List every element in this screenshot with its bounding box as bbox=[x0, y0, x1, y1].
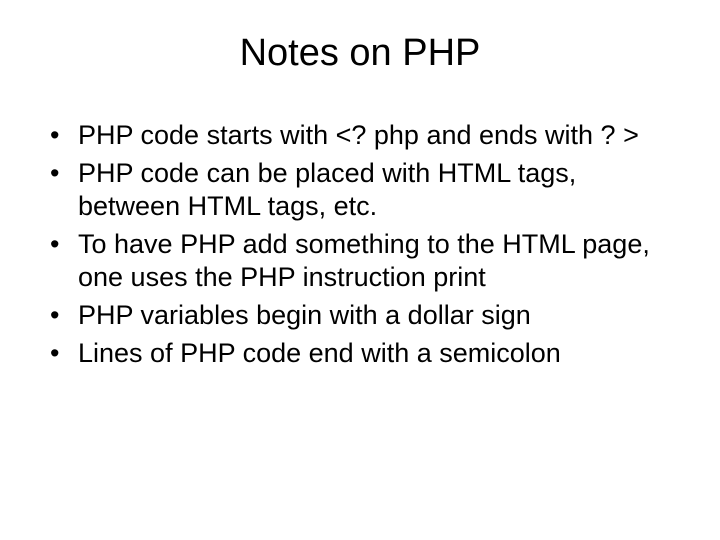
slide-title: Notes on PHP bbox=[28, 32, 692, 75]
list-item: Lines of PHP code end with a semicolon bbox=[48, 337, 682, 369]
list-item: PHP code can be placed with HTML tags, b… bbox=[48, 157, 682, 222]
bullet-list: PHP code starts with <? php and ends wit… bbox=[28, 119, 692, 370]
slide: Notes on PHP PHP code starts with <? php… bbox=[0, 0, 720, 540]
list-item: PHP variables begin with a dollar sign bbox=[48, 299, 682, 331]
list-item: To have PHP add something to the HTML pa… bbox=[48, 228, 682, 293]
list-item: PHP code starts with <? php and ends wit… bbox=[48, 119, 682, 151]
